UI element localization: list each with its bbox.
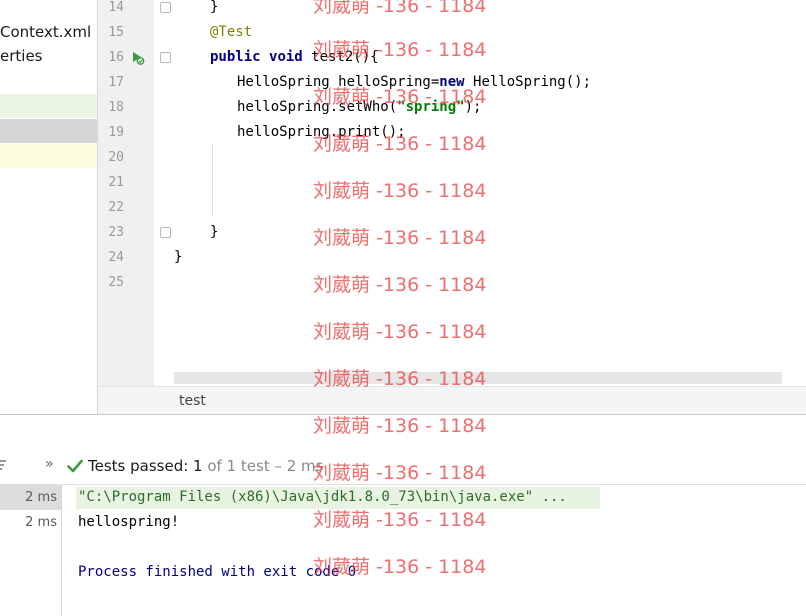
watermark-text: 刘葳萌 -136 - 1184	[313, 556, 487, 578]
line-number: 21	[108, 175, 124, 190]
more-chevron-icon[interactable]: »	[45, 456, 54, 472]
fold-marker[interactable]	[160, 227, 171, 238]
run-test-icon[interactable]	[130, 50, 146, 66]
watermark-text: 刘葳萌 -136 - 1184	[313, 0, 487, 17]
code-line-24: }	[174, 249, 183, 265]
sort-icon[interactable]	[0, 458, 10, 472]
tree-row-highlight-green[interactable]	[0, 94, 97, 118]
line-number: 24	[108, 250, 124, 265]
code-line-15: @Test	[210, 20, 252, 45]
line-number: 19	[108, 125, 124, 140]
code-line-23: }	[210, 224, 219, 240]
tests-passed-detail: of 1 test – 2 ms	[202, 457, 324, 475]
watermark-text: 刘葳萌 -136 - 1184	[313, 39, 487, 61]
tree-item-properties[interactable]: erties	[0, 44, 97, 68]
test-results-tree: 2 ms 2 ms	[0, 485, 62, 616]
watermark-text: 刘葳萌 -136 - 1184	[313, 274, 487, 296]
test-duration: 2 ms	[25, 490, 57, 505]
watermark-text: 刘葳萌 -136 - 1184	[313, 133, 487, 155]
line-number: 18	[108, 100, 124, 115]
line-number: 23	[108, 225, 124, 240]
watermark-text: 刘葳萌 -136 - 1184	[313, 462, 487, 484]
code-line-14: }	[210, 0, 219, 15]
line-number: 17	[108, 75, 124, 90]
line-number: 14	[108, 0, 124, 15]
console-command-line[interactable]: "C:\Program Files (x86)\Java\jdk1.8.0_73…	[78, 485, 567, 510]
watermark-text: 刘葳萌 -136 - 1184	[313, 321, 487, 343]
tree-row-selected[interactable]	[0, 119, 97, 143]
console-output-line: hellospring!	[78, 514, 180, 530]
breadcrumb-method[interactable]: test	[179, 393, 206, 409]
test-duration: 2 ms	[25, 515, 57, 530]
project-tree-panel: Context.xml erties	[0, 0, 98, 414]
watermark-text: 刘葳萌 -136 - 1184	[313, 509, 487, 531]
watermark-text: 刘葳萌 -136 - 1184	[313, 368, 487, 390]
keyword-void: void	[269, 49, 303, 65]
line-number-gutter: 14 15 16 17 18 19 20 21 22 23 24 25	[98, 0, 154, 386]
tree-item-context-xml[interactable]: Context.xml	[0, 20, 97, 44]
watermark-text: 刘葳萌 -136 - 1184	[313, 227, 487, 249]
line-number: 22	[108, 200, 124, 215]
line-number: 20	[108, 150, 124, 165]
line-number: 25	[108, 275, 124, 290]
indent-guide	[212, 145, 213, 217]
watermark-text: 刘葳萌 -136 - 1184	[313, 180, 487, 202]
watermark-text: 刘葳萌 -136 - 1184	[313, 86, 487, 108]
fold-marker[interactable]	[160, 52, 171, 63]
line-number: 16	[108, 50, 124, 65]
tree-row-highlight-yellow[interactable]	[0, 144, 97, 168]
line-number: 15	[108, 25, 124, 40]
tests-passed-count: 1	[193, 457, 203, 475]
tests-passed-status: Tests passed: 1 of 1 test – 2 ms	[88, 457, 323, 475]
tests-passed-prefix: Tests passed:	[88, 457, 194, 475]
fold-marker[interactable]	[160, 2, 171, 13]
test-annotation: @Test	[210, 24, 253, 40]
breadcrumb-bar: test	[98, 386, 806, 415]
console-output[interactable]: "C:\Program Files (x86)\Java\jdk1.8.0_73…	[62, 485, 806, 616]
check-icon	[67, 459, 83, 473]
watermark-text: 刘葳萌 -136 - 1184	[313, 415, 487, 437]
keyword-public: public	[210, 49, 261, 65]
test-row[interactable]: 2 ms	[0, 510, 61, 535]
test-row-selected[interactable]: 2 ms	[0, 485, 61, 510]
